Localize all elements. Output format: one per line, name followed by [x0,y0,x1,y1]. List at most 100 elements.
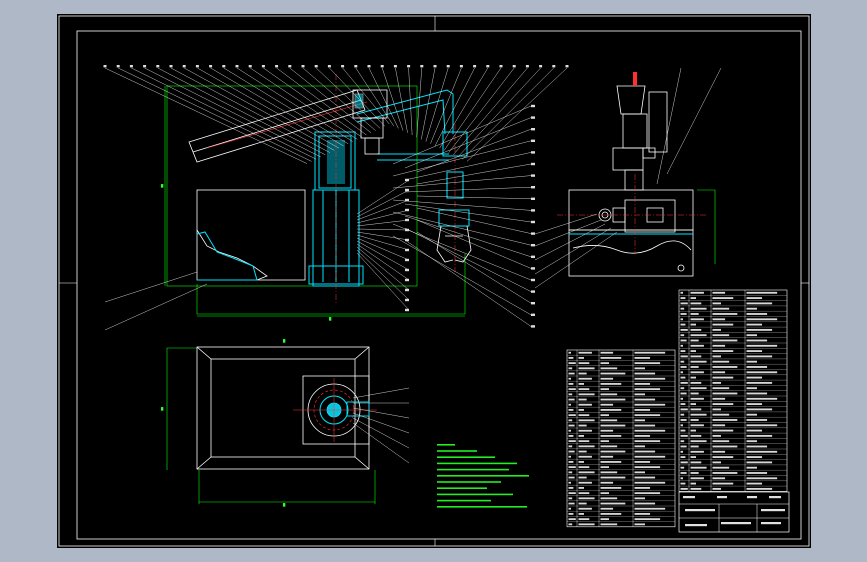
table-cell-text [568,372,575,375]
table-cell-text [680,450,683,453]
balloon-mark [405,308,409,312]
balloon-mark [531,104,535,108]
cad-viewport[interactable]: █ █ █ █ █ [0,0,867,562]
table-cell-text [634,388,661,391]
table-cell-text [568,367,573,370]
leader-line [329,67,385,127]
table-cell-text [712,387,730,390]
note-line [437,475,529,477]
table-cell-text [600,372,626,375]
balloon-mark [380,65,384,68]
table-cell-text [600,377,614,380]
table-cell-text [680,334,685,337]
leader-line [352,387,410,399]
table-cell-text [568,435,574,437]
table-cell-text [712,381,721,384]
balloon-mark [314,65,318,68]
table-cell-text [712,461,721,464]
leader-line [462,67,554,160]
table-cell-text [712,307,730,310]
table-cell-text [578,424,587,427]
leader-line [453,67,528,155]
table-cell-text [746,450,778,453]
table-cell-text [712,376,734,379]
balloon-mark [103,65,107,68]
table-cell-text [600,435,622,437]
table-cell-text [578,471,595,474]
balloon-mark [407,65,411,68]
table-cell-text [712,419,738,421]
table-cell-text [600,409,622,411]
table-cell-text [690,403,696,406]
balloon-mark [367,65,371,68]
table-cell-text [568,461,574,463]
leader-line [656,67,682,185]
balloon-mark [531,267,535,270]
table-cell-text [680,371,683,374]
leader-line [356,249,410,301]
table-cell-text [680,318,683,321]
table-cell-text [634,435,651,437]
table-cell-text [634,497,645,500]
front-view: █ █ [103,65,569,331]
plan-horizontal-dimension: █ [282,503,286,507]
plan-vertical-dimension: █ [160,407,164,411]
table-cell-text [712,392,738,395]
table-cell-text [680,466,685,469]
table-cell-text [600,388,609,391]
table-cell-text [690,440,707,443]
table-cell-text [690,328,702,331]
table-cell-text [680,297,686,300]
table-cell-text [634,409,651,411]
table-cell-text [568,455,571,458]
table-cell-text [578,476,587,479]
plan-dimension-lines [166,347,376,504]
table-cell-text [680,424,683,427]
leader-line [448,67,515,153]
note-line [437,506,527,508]
table-cell-text [634,440,661,443]
balloon-mark [405,248,409,252]
balloon-mark [405,188,409,192]
table-cell-text [578,372,587,375]
table-cell-text [680,440,685,443]
balloon-mark [405,198,409,202]
table-cell-text [634,461,651,463]
table-cell-text [690,387,707,390]
balloon-mark [531,302,535,305]
base-box [196,189,306,281]
table-cell-text [578,497,595,500]
balloon-mark [531,290,535,293]
table-cell-text [600,461,622,463]
leader-line [416,219,532,269]
balloon-mark [275,65,279,68]
table-cell-text [680,366,687,368]
balloon-mark [222,65,226,68]
balloon-mark [405,268,409,272]
table-cell-text [746,323,763,326]
leader-line [392,140,532,177]
table-cell-text [690,334,707,337]
table-cell-text [746,350,763,353]
table-cell-text [690,355,702,358]
table-cell-text [690,360,707,363]
table-cell-text [568,513,574,515]
parts-list-upper [678,289,788,492]
table-cell-text [568,497,573,500]
leader-line [434,67,475,147]
front-horizontal-dimension: █ [328,317,332,321]
table-cell-text [634,471,645,474]
table-cell-text [600,497,618,500]
table-cell-text [690,307,707,310]
table-cell-text [746,381,773,384]
balloon-mark [405,178,409,182]
horizontal-boom [356,89,454,161]
table-cell-text [712,434,721,437]
leader-line [104,67,308,164]
table-cell-text [634,429,666,432]
table-cell-text [680,472,687,474]
table-cell-text [578,492,590,495]
table-cell-text [568,403,571,406]
table-cell-text [578,481,592,484]
leader-line [356,231,410,241]
